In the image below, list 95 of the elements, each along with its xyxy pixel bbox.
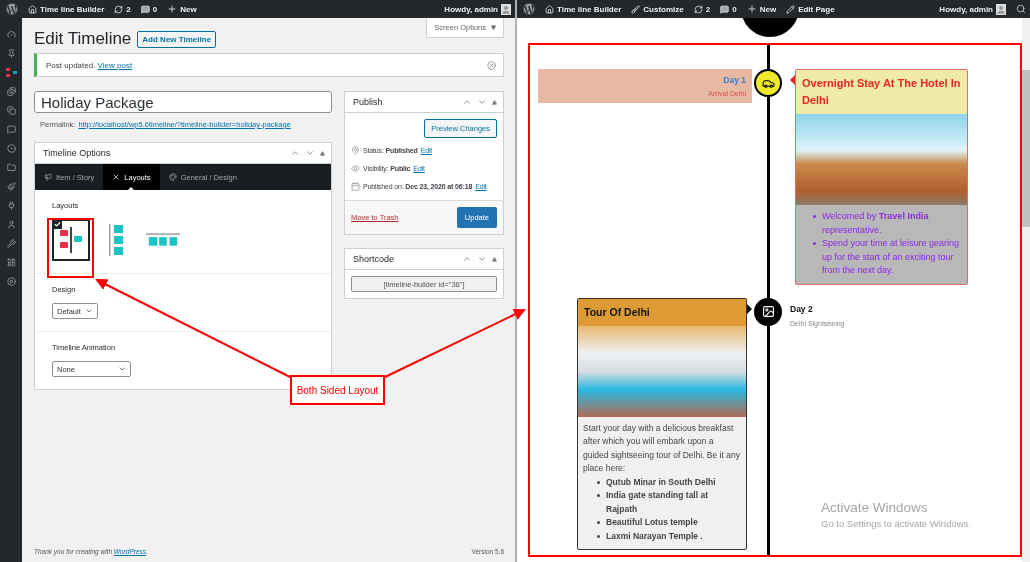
card-title: Overnight Stay At The Hotel In Delhi bbox=[796, 70, 967, 114]
chevron-down-icon bbox=[85, 307, 93, 315]
images-icon[interactable] bbox=[6, 87, 16, 96]
edit-page-link[interactable]: Edit Page bbox=[786, 4, 835, 14]
callout-label: Both Sided Layout bbox=[290, 375, 385, 405]
dashboard-icon[interactable] bbox=[6, 258, 16, 267]
horizontal-layout-drawing bbox=[146, 231, 180, 249]
day-title: Day 1 bbox=[722, 75, 746, 85]
plus-icon bbox=[167, 4, 178, 14]
folder-icon[interactable] bbox=[6, 163, 16, 172]
activation-subtitle: Go to Settings to activate Windows. bbox=[821, 518, 971, 529]
palette-icon bbox=[168, 173, 177, 181]
eye-icon bbox=[351, 164, 360, 173]
comments-link[interactable]: 0 bbox=[720, 4, 737, 14]
calendar-icon bbox=[351, 182, 360, 191]
avatar-icon bbox=[996, 3, 1006, 15]
pencil-icon bbox=[786, 4, 796, 14]
layout-option[interactable] bbox=[52, 219, 90, 261]
view-post-link[interactable]: View post bbox=[97, 60, 133, 70]
dismiss-icon[interactable] bbox=[487, 60, 496, 70]
activation-title: Activate Windows bbox=[821, 500, 929, 515]
refresh-icon bbox=[693, 4, 703, 14]
pages-icon[interactable] bbox=[6, 106, 16, 115]
list-item-text: Qutub Minar in South Delhi bbox=[606, 475, 716, 489]
bullet-icon bbox=[813, 242, 816, 245]
chevron-up-icon[interactable] bbox=[462, 254, 472, 264]
account-link[interactable]: Howdy, admin bbox=[444, 3, 511, 15]
list-item-text: India gate standing tall at Rajpath bbox=[606, 489, 709, 516]
updates-link[interactable]: 2 bbox=[693, 4, 711, 14]
plug-icon[interactable] bbox=[6, 201, 16, 210]
chevron-down-icon[interactable] bbox=[477, 254, 487, 264]
play-icon[interactable] bbox=[6, 277, 16, 286]
customize-link[interactable]: Customize bbox=[631, 4, 684, 14]
bullet-icon bbox=[813, 215, 816, 218]
bullet-icon bbox=[597, 521, 600, 524]
megaphone-icon bbox=[44, 173, 52, 181]
alternating-layout-drawing bbox=[57, 225, 85, 255]
pin-icon[interactable] bbox=[6, 49, 16, 58]
check-icon bbox=[53, 220, 62, 229]
caret-up-icon[interactable] bbox=[320, 150, 325, 156]
comment-icon bbox=[720, 4, 730, 14]
card-title: Tour Of Delhi bbox=[578, 298, 746, 326]
box-title: Shortcode bbox=[353, 254, 395, 264]
timeline-icon[interactable] bbox=[5, 68, 17, 77]
chevron-down-icon[interactable] bbox=[305, 148, 315, 158]
account-link[interactable]: Howdy, admin bbox=[939, 3, 1006, 15]
chevron-down-icon[interactable] bbox=[477, 97, 487, 107]
updates-link[interactable]: 2 bbox=[114, 4, 131, 14]
day-title: Day 2 bbox=[790, 303, 814, 314]
box-title: Timeline Options bbox=[43, 148, 111, 158]
scrollbar[interactable] bbox=[1022, 18, 1030, 562]
user-icon[interactable] bbox=[6, 220, 16, 229]
add-new-button[interactable]: Add New Timeline bbox=[137, 30, 217, 48]
comment-icon bbox=[140, 4, 150, 14]
new-link[interactable]: New bbox=[167, 4, 197, 14]
chevron-down-icon bbox=[118, 365, 126, 373]
card-text: Start your day with a delicious breakfast after which you will embark upon a guided sightseeing tour of Delhi. Be it any place here: bbox=[583, 421, 740, 475]
wordpress-logo-icon[interactable] bbox=[6, 3, 18, 15]
highlight-frame bbox=[47, 218, 94, 278]
gauge-icon[interactable] bbox=[6, 30, 16, 39]
title-field[interactable]: Holiday Package bbox=[34, 91, 332, 113]
refresh-icon bbox=[114, 4, 124, 14]
list-item-text: Welcomed by Travel India representative. bbox=[822, 210, 930, 237]
chevron-up-icon[interactable] bbox=[290, 148, 300, 158]
chevron-up-icon[interactable] bbox=[462, 97, 472, 107]
home-icon bbox=[28, 4, 37, 14]
site-link[interactable]: Time line Builder bbox=[28, 4, 105, 14]
list-item-text: Spend your time at leisure gearing up for the start of an exciting tour from the next day. bbox=[822, 237, 961, 277]
caret-up-icon[interactable] bbox=[492, 256, 497, 262]
comment-icon[interactable] bbox=[6, 125, 16, 134]
search-icon[interactable] bbox=[1016, 4, 1026, 14]
brush-icon bbox=[631, 4, 641, 14]
site-link[interactable]: Time line Builder bbox=[545, 4, 622, 14]
circle-icon[interactable] bbox=[6, 144, 16, 153]
plus-icon bbox=[746, 4, 757, 14]
bullet-icon bbox=[597, 494, 600, 497]
wrench-icon[interactable] bbox=[6, 239, 16, 248]
home-icon bbox=[545, 4, 554, 14]
caret-icon bbox=[491, 25, 496, 30]
avatar-icon bbox=[501, 3, 511, 15]
new-link[interactable]: New bbox=[746, 4, 777, 14]
wordpress-logo-icon[interactable] bbox=[523, 3, 535, 15]
bullet-icon bbox=[597, 480, 600, 484]
caret-up-icon[interactable] bbox=[492, 99, 497, 105]
bullet-icon bbox=[597, 534, 600, 538]
pin-icon bbox=[351, 146, 360, 155]
list-item-text: Beautiful Lotus temple bbox=[606, 516, 698, 529]
list-item-text: Laxmi Narayan Temple . bbox=[606, 529, 703, 543]
image-icon bbox=[761, 305, 775, 318]
comments-link[interactable]: 0 bbox=[140, 4, 158, 14]
cross-icon bbox=[112, 173, 121, 181]
page-title: Edit Timeline bbox=[34, 29, 132, 49]
notice-text: Post updated. View post bbox=[46, 60, 133, 70]
box-title: Publish bbox=[353, 97, 383, 107]
brush-icon[interactable] bbox=[6, 182, 16, 191]
